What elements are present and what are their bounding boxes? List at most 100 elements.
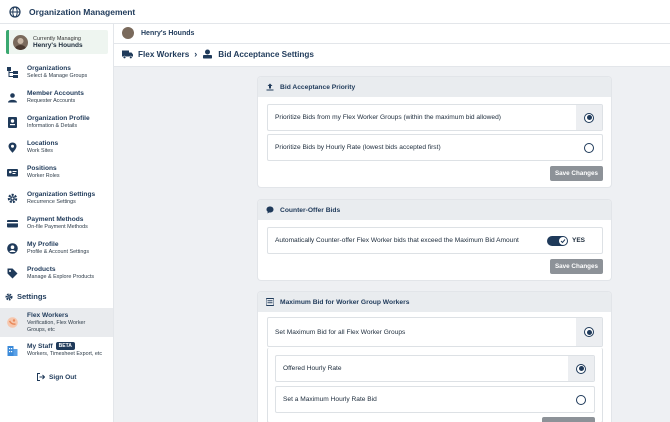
radio-container	[568, 356, 594, 381]
radio-button[interactable]	[584, 142, 594, 153]
sidebar-item-desc: Workers, Timesheet Export, etc	[27, 351, 103, 358]
radio-container	[576, 135, 602, 160]
radio-button[interactable]	[584, 112, 594, 123]
profile-card-icon	[8, 116, 17, 128]
counter-offer-toggle[interactable]: YES	[546, 228, 585, 253]
sidebar-item-desc: Select & Manage Groups	[27, 72, 88, 79]
option-label: Set a Maximum Hourly Rate Bid	[283, 396, 377, 403]
sidebar-item-flex-workers[interactable]: Flex Workers Verification, Flex Worker Gr…	[0, 308, 113, 337]
sidebar-item-label: Payment Methods	[27, 215, 84, 223]
sidebar-item-desc: Information & Details	[27, 122, 78, 129]
sidebar-item-label: Locations	[27, 139, 59, 147]
priority-option-flex-groups[interactable]: Prioritize Bids from my Flex Worker Grou…	[267, 104, 603, 131]
map-pin-icon	[8, 142, 17, 153]
currently-managing-label: Currently Managing	[33, 35, 81, 42]
org-chart-icon	[7, 66, 18, 78]
top-bar: Organization Management	[0, 0, 670, 24]
sidebar-item-locations[interactable]: Locations Work Sites	[0, 135, 113, 159]
counter-offer-card: Counter-Offer Bids Automatically Counter…	[258, 200, 611, 280]
breadcrumb: Flex Workers › Bid Acceptance Settings	[122, 49, 314, 59]
card-header: Bid Acceptance Priority	[258, 77, 611, 97]
radio-container	[576, 105, 602, 130]
sidebar-item-desc: Recurrence Settings	[27, 198, 76, 205]
radio-container	[576, 318, 602, 346]
sidebar-item-products[interactable]: Products Manage & Explore Products	[0, 261, 113, 285]
sidebar-item-organization-profile[interactable]: Organization Profile Information & Detail…	[0, 110, 113, 134]
user-circle-icon	[7, 242, 18, 254]
bid-priority-card: Bid Acceptance Priority Prioritize Bids …	[258, 77, 611, 187]
save-changes-button[interactable]	[542, 417, 595, 422]
bid-icon	[203, 49, 213, 59]
save-changes-button[interactable]: Save Changes	[550, 259, 603, 274]
sign-out-button[interactable]: Sign Out	[37, 373, 76, 381]
beta-badge: BETA	[55, 342, 75, 351]
priority-option-hourly-rate[interactable]: Prioritize Bids by Hourly Rate (lowest b…	[267, 134, 603, 161]
gear-icon	[7, 193, 18, 203]
radio-selected-dot	[578, 366, 584, 371]
radio-selected-dot	[586, 329, 592, 335]
sidebar-item-organizations[interactable]: Organizations Select & Manage Groups	[0, 60, 113, 84]
radio-button[interactable]	[576, 363, 586, 374]
sign-out-label: Sign Out	[49, 373, 77, 381]
breadcrumb-flex-workers[interactable]: Flex Workers	[138, 50, 189, 59]
settings-label: Settings	[17, 292, 47, 301]
counter-offer-option: Automatically Counter-offer Flex Worker …	[267, 227, 603, 254]
max-hourly-rate-bid-option[interactable]: Set a Maximum Hourly Rate Bid	[275, 386, 595, 413]
sidebar-item-organization-settings[interactable]: Organization Settings Recurrence Settings	[0, 186, 113, 210]
option-label: Prioritize Bids from my Flex Worker Grou…	[275, 114, 501, 121]
sidebar-item-my-staff[interactable]: My Staff BETA Workers, Timesheet Export, e…	[0, 338, 113, 362]
option-label: Set Maximum Bid for all Flex Worker Grou…	[275, 328, 406, 336]
flex-worker-icon	[7, 317, 18, 328]
sidebar-item-member-accounts[interactable]: Member Accounts Requester Accounts	[0, 85, 113, 109]
card-title: Counter-Offer Bids	[280, 206, 341, 214]
sidebar-item-label: Organization Profile	[27, 114, 90, 122]
building-icon	[7, 345, 18, 356]
max-bid-all-groups-option[interactable]: Set Maximum Bid for all Flex Worker Grou…	[267, 317, 603, 347]
app-title: Organization Management	[29, 6, 136, 17]
sidebar-item-desc: Worker Roles	[27, 172, 60, 179]
settings-section-header: Settings	[5, 292, 47, 301]
chevron-right-icon: ›	[194, 49, 198, 59]
breadcrumb-bid-acceptance-settings: Bid Acceptance Settings	[218, 49, 314, 59]
sidebar-item-my-profile[interactable]: My Profile Profile & Account Settings	[0, 236, 113, 260]
org-avatar	[13, 34, 28, 50]
sidebar-item-desc: Work Sites	[27, 147, 53, 154]
sidebar-item-positions[interactable]: Positions Worker Roles	[0, 160, 113, 184]
currently-managing-card[interactable]: Currently Managing Henry's Hounds	[6, 30, 108, 54]
sidebar-item-label: My Staff	[27, 343, 53, 350]
radio-button[interactable]	[584, 327, 594, 337]
radio-button[interactable]	[576, 394, 586, 405]
card-header: Maximum Bid for Worker Group Workers	[258, 292, 611, 312]
org-name: Henry's Hounds	[141, 29, 195, 37]
sidebar-item-desc: Manage & Explore Products	[27, 273, 95, 280]
header-divider	[114, 43, 670, 44]
toggle-track	[546, 235, 568, 246]
offered-hourly-rate-option[interactable]: Offered Hourly Rate	[275, 355, 595, 382]
sidebar-item-label: My Profile	[27, 240, 59, 248]
sidebar: Currently Managing Henry's Hounds Organi…	[0, 24, 114, 422]
save-changes-button[interactable]: Save Changes	[550, 166, 603, 181]
chat-bubble-icon	[266, 206, 274, 214]
id-badge-icon	[7, 168, 18, 176]
card-title: Bid Acceptance Priority	[280, 83, 356, 91]
sidebar-item-payment-methods[interactable]: Payment Methods On-file Payment Methods	[0, 211, 113, 235]
sidebar-item-label: Positions	[27, 164, 57, 172]
list-icon	[266, 298, 274, 306]
radio-container	[568, 387, 594, 412]
sidebar-item-label: Organization Settings	[27, 190, 96, 198]
toggle-knob	[558, 236, 567, 245]
globe-icon	[9, 5, 21, 18]
card-header: Counter-Offer Bids	[258, 200, 611, 220]
sidebar-item-label: Organizations	[27, 64, 71, 72]
credit-card-icon	[7, 219, 18, 227]
user-id-icon	[8, 92, 17, 102]
option-label: Automatically Counter-offer Flex Worker …	[275, 237, 519, 244]
toggle-state-label: YES	[571, 237, 585, 244]
sidebar-item-label: Flex Workers	[27, 311, 69, 319]
option-label: Prioritize Bids by Hourly Rate (lowest b…	[275, 144, 441, 151]
radio-selected-dot	[586, 115, 592, 120]
org-indicator[interactable]: Henry's Hounds	[122, 27, 194, 39]
org-avatar	[122, 27, 134, 39]
currently-managing-name: Henry's Hounds	[33, 41, 83, 49]
sidebar-item-desc: Verification, Flex Worker Groups, etc	[27, 319, 86, 333]
